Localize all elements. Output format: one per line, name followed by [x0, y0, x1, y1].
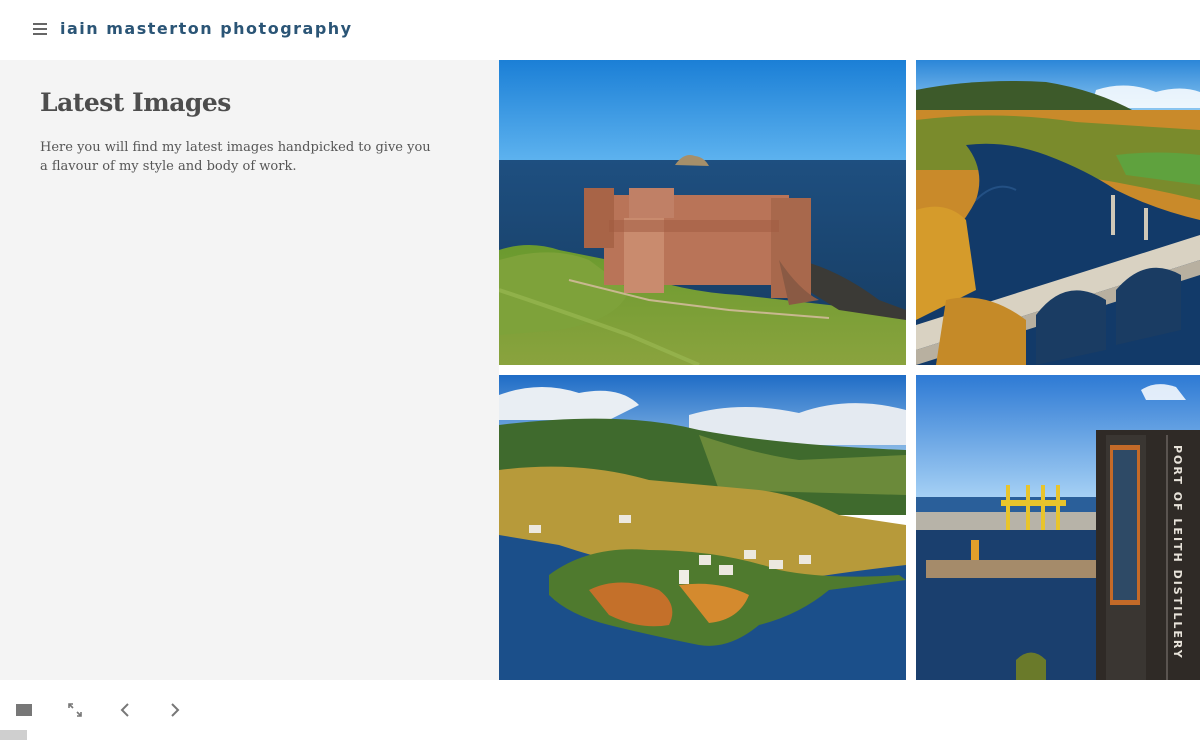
slideshow-controls — [0, 680, 1200, 740]
hamburger-menu-icon[interactable] — [33, 22, 47, 36]
gallery-image-castle[interactable] — [499, 60, 906, 365]
page-title: Latest Images — [40, 88, 231, 117]
gallery-image-distillery[interactable]: PORT OF LEITH DISTILLERY — [916, 375, 1200, 680]
chevron-left-icon[interactable] — [115, 700, 135, 720]
distillery-sign-text: PORT OF LEITH DISTILLERY — [1171, 445, 1184, 660]
fullscreen-icon[interactable] — [65, 700, 85, 720]
chevron-right-icon[interactable] — [165, 700, 185, 720]
slideshow-progress-bar — [0, 730, 27, 740]
stop-icon[interactable] — [14, 700, 34, 720]
gallery-image-lochside-village[interactable] — [499, 375, 906, 680]
site-header: iain masterton photography — [0, 0, 1200, 60]
intro-panel: Latest Images Here you will find my late… — [0, 60, 499, 680]
intro-text: Here you will find my latest images hand… — [40, 140, 431, 174]
gallery-image-river-bridge[interactable] — [916, 60, 1200, 365]
site-title[interactable]: iain masterton photography — [60, 19, 353, 38]
